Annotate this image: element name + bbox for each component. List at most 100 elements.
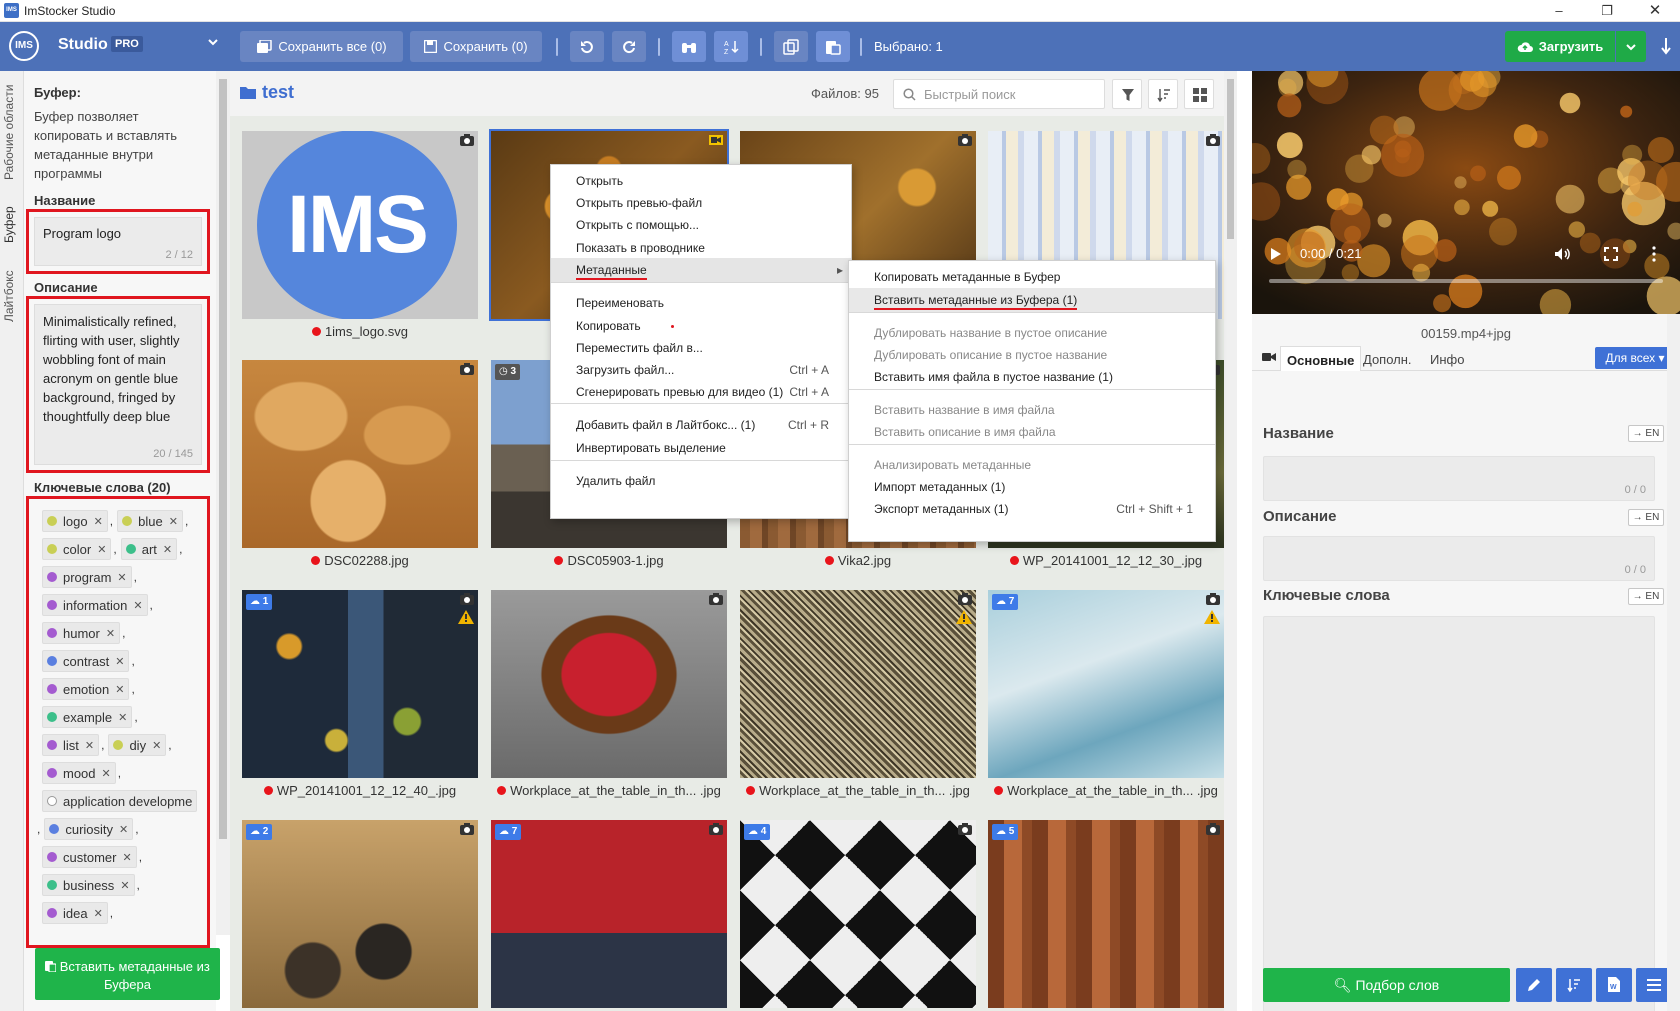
context-menu-item[interactable]: Переместить файл в... — [551, 336, 851, 360]
remove-keyword-icon[interactable]: ✕ — [118, 711, 127, 724]
remove-keyword-icon[interactable]: ✕ — [94, 907, 103, 920]
context-menu-item[interactable]: Загрузить файл... Ctrl + A — [551, 358, 851, 382]
play-icon[interactable] — [1270, 247, 1282, 261]
remove-keyword-icon[interactable]: ✕ — [120, 879, 129, 892]
keyword-chip[interactable]: customer ✕ — [42, 846, 137, 868]
thumbnail[interactable]: ☁ 1 — [242, 590, 478, 778]
thumbnail[interactable]: ☁ 7 — [988, 590, 1224, 778]
for-all-dropdown[interactable]: Для всех ▾ — [1595, 347, 1675, 369]
submenu-item[interactable]: Анализировать метаданные — [849, 453, 1215, 477]
context-menu-item[interactable]: Копировать — [551, 314, 851, 338]
tab-main[interactable]: Основные — [1280, 346, 1362, 371]
sort-az-button[interactable]: AZ — [714, 31, 748, 62]
remove-keyword-icon[interactable]: ✕ — [169, 515, 178, 528]
buffer-title-field[interactable]: Program logo 2 / 12 — [34, 217, 202, 266]
close-window-button[interactable]: ✕ — [1632, 0, 1678, 22]
context-menu-item[interactable]: Метаданные ▸ — [551, 258, 851, 282]
remove-keyword-icon[interactable]: ✕ — [163, 543, 172, 556]
gallery-scrollbar[interactable] — [1224, 71, 1237, 1011]
submenu-item[interactable]: Экспорт метаданных (1) Ctrl + Shift + 1 — [849, 497, 1215, 521]
keyword-chip[interactable]: program ✕ — [42, 566, 132, 588]
keyword-chip[interactable]: list ✕ — [42, 734, 100, 756]
video-preview[interactable]: 0:00 / 0:21 — [1252, 71, 1680, 314]
translate-title-button[interactable]: → EN — [1628, 425, 1664, 442]
remove-keyword-icon[interactable]: ✕ — [106, 627, 115, 640]
undo-button[interactable] — [570, 31, 604, 62]
submenu-item[interactable]: Вставить имя файла в пустое название (1) — [849, 365, 1215, 389]
context-menu-item[interactable]: Удалить файл — [551, 469, 851, 493]
remove-keyword-icon[interactable]: ✕ — [115, 655, 124, 668]
keyword-chip[interactable]: contrast ✕ — [42, 650, 130, 672]
tab-additional[interactable]: Дополн. — [1363, 352, 1412, 367]
fullscreen-icon[interactable] — [1604, 247, 1618, 261]
upload-button[interactable]: Загрузить — [1505, 31, 1615, 62]
keyword-chip[interactable]: example ✕ — [42, 706, 133, 728]
remove-keyword-icon[interactable]: ✕ — [152, 739, 161, 752]
sort-button[interactable] — [1148, 79, 1178, 109]
remove-keyword-icon[interactable]: ✕ — [94, 515, 103, 528]
remove-keyword-icon[interactable]: ✕ — [115, 683, 124, 696]
tab-workspaces[interactable]: Рабочие области — [2, 77, 22, 187]
remove-keyword-icon[interactable]: ✕ — [117, 571, 126, 584]
remove-keyword-icon[interactable]: ✕ — [85, 739, 94, 752]
paste-meta-button[interactable] — [816, 31, 850, 62]
context-menu-item[interactable]: Открыть с помощью... — [551, 213, 851, 237]
grid-view-button[interactable] — [1184, 79, 1214, 109]
submenu-item[interactable]: Вставить описание в имя файла — [849, 420, 1215, 444]
thumbnail[interactable] — [740, 590, 976, 778]
keyword-chip[interactable]: color ✕ — [42, 538, 112, 560]
submenu-item[interactable]: Копировать метаданные в Буфер — [849, 265, 1215, 289]
paste-from-buffer-button[interactable]: Вставить метаданные из Буфера — [35, 948, 220, 1000]
word-select-button[interactable]: 🔍︎ Подбор слов — [1263, 968, 1510, 1002]
keyword-chip[interactable]: humor ✕ — [42, 622, 121, 644]
tab-buffer[interactable]: Буфер — [2, 195, 22, 255]
details-scrollbar[interactable] — [1667, 314, 1680, 1011]
keyword-chip[interactable]: idea ✕ — [42, 902, 108, 924]
save-all-button[interactable]: Сохранить все (0) — [240, 31, 403, 62]
detail-keywords-field[interactable]: 0 — [1263, 616, 1655, 1011]
keyword-chip[interactable]: information ✕ — [42, 594, 148, 616]
quick-search-box[interactable]: Быстрый поиск — [893, 79, 1105, 109]
remove-keyword-icon[interactable]: ✕ — [119, 823, 128, 836]
thumbnail[interactable]: ☁ 7 — [491, 820, 727, 1008]
save-button[interactable]: Сохранить (0) — [410, 31, 542, 62]
edit-button[interactable] — [1516, 968, 1552, 1002]
chevron-down-icon[interactable] — [207, 36, 219, 48]
keyword-chip[interactable]: mood ✕ — [42, 762, 116, 784]
thumbnail[interactable] — [242, 360, 478, 548]
maximize-button[interactable]: ❐ — [1584, 0, 1630, 22]
download-arrow-icon[interactable] — [1660, 37, 1672, 55]
word-doc-button[interactable]: W — [1596, 968, 1632, 1002]
detail-desc-field[interactable]: 0 / 0 — [1263, 536, 1655, 581]
context-menu-item[interactable]: Сгенерировать превью для видео (1) Ctrl +… — [551, 380, 851, 404]
thumbnail[interactable]: ☁ 4 — [740, 820, 976, 1008]
copy-meta-button[interactable] — [774, 31, 808, 62]
buffer-scrollbar[interactable] — [216, 71, 230, 935]
upload-dropdown-button[interactable] — [1616, 31, 1646, 62]
keyword-chip[interactable]: emotion ✕ — [42, 678, 130, 700]
submenu-item[interactable]: Вставить название в имя файла — [849, 398, 1215, 422]
more-vertical-icon[interactable] — [1652, 246, 1656, 262]
minimize-button[interactable]: – — [1536, 0, 1582, 22]
binoculars-button[interactable] — [672, 31, 706, 62]
tab-lightbox[interactable]: Лайтбокс — [2, 261, 22, 331]
context-menu-item[interactable]: Открыть — [551, 169, 851, 193]
keyword-chip[interactable]: business ✕ — [42, 874, 135, 896]
remove-keyword-icon[interactable]: ✕ — [133, 599, 142, 612]
search-input[interactable]: Быстрый поиск — [924, 87, 1016, 102]
keyword-chip[interactable]: diy ✕ — [108, 734, 167, 756]
keyword-chip[interactable]: art ✕ — [120, 538, 178, 560]
keyword-chip[interactable]: blue ✕ — [117, 510, 183, 532]
gallery-scroll-thumb[interactable] — [1227, 79, 1234, 239]
thumbnail[interactable] — [491, 590, 727, 778]
redo-button[interactable] — [612, 31, 646, 62]
translate-keywords-button[interactable]: → EN — [1628, 588, 1664, 605]
filter-button[interactable] — [1112, 79, 1142, 109]
submenu-item[interactable]: Дублировать название в пустое описание — [849, 321, 1215, 345]
submenu-item[interactable]: Импорт метаданных (1) — [849, 475, 1215, 499]
buffer-desc-field[interactable]: Minimalistically refined, flirting with … — [34, 304, 202, 465]
context-menu-item[interactable]: Показать в проводнике — [551, 236, 851, 260]
thumbnail[interactable]: ☁ 2 — [242, 820, 478, 1008]
keyword-chip[interactable]: logo ✕ — [42, 510, 108, 532]
thumbnail[interactable]: IMS — [242, 131, 478, 319]
